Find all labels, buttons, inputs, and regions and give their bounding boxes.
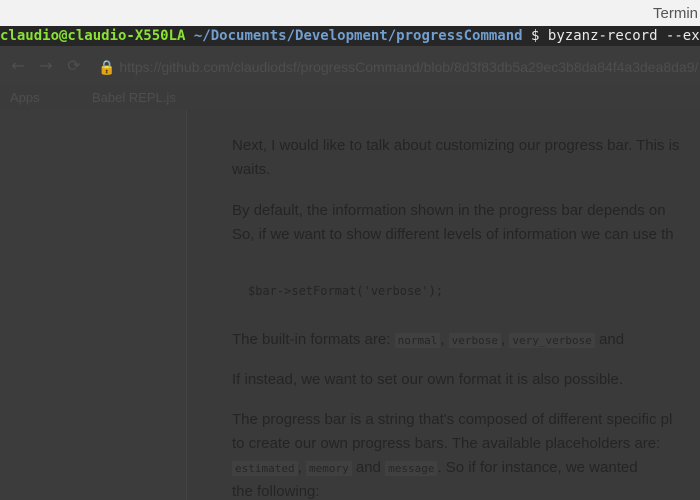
terminal-title: Termin	[652, 5, 698, 22]
bookmarks-bar: Apps Babel REPL.js	[0, 86, 700, 110]
browser-window: ← → ⟳ 🔒 https://github.com/claudiodsf/pr…	[0, 46, 700, 500]
inline-code-estimated: estimated	[232, 461, 298, 476]
inline-code-very-verbose: very_verbose	[509, 333, 595, 348]
paragraph-default-info: By default, the information shown in the…	[232, 202, 666, 219]
back-icon[interactable]: ←	[8, 56, 28, 76]
terminal-title-bar: Termin	[0, 0, 700, 27]
inline-code-verbose: verbose	[448, 333, 502, 348]
code-block-setformat: $bar->setFormat('verbose');	[248, 284, 444, 298]
paragraph-own-format: If instead, we want to set our own forma…	[232, 371, 624, 388]
paragraph-customizing: Next, I would like to talk about customi…	[232, 137, 680, 154]
paragraph-following: the following:	[232, 483, 320, 500]
page-sidebar	[0, 110, 187, 500]
paragraph-placeholders-cont: to create our own progress bars. The ava…	[232, 435, 661, 452]
browser-toolbar: ← → ⟳ 🔒 https://github.com/claudiodsf/pr…	[0, 46, 700, 87]
paragraph-default-info-cont: So, if we want to show different levels …	[232, 226, 674, 243]
paragraph-placeholders: The progress bar is a string that's comp…	[232, 411, 673, 428]
reload-icon[interactable]: ⟳	[64, 56, 84, 76]
paragraph-builtin-formats: The built-in formats are: normal, verbos…	[232, 331, 625, 348]
terminal-prompt-line[interactable]: claudio@claudio-X550LA ~/Documents/Devel…	[0, 26, 700, 46]
address-bar[interactable]: 🔒 https://github.com/claudiodsf/progress…	[98, 56, 698, 78]
paragraph-customizing-cont: waits.	[232, 161, 271, 178]
bookmark-babel-repl[interactable]: Babel REPL.js	[92, 90, 176, 105]
lock-icon: 🔒	[98, 59, 116, 75]
inline-code-message: message	[385, 461, 438, 476]
readme-content: Next, I would like to talk about customi…	[232, 110, 700, 500]
prompt-user: claudio@claudio-X550LA	[0, 28, 186, 44]
prompt-path: ~/Documents/Development/progressCommand	[193, 28, 523, 44]
url-text: https://github.com/claudiodsf/progressCo…	[119, 59, 698, 75]
paragraph-placeholders-list: estimated, memory and message. So if for…	[232, 456, 638, 480]
inline-code-memory: memory	[305, 461, 352, 476]
forward-icon[interactable]: →	[36, 56, 56, 76]
inline-code-normal: normal	[394, 333, 441, 348]
terminal-command: byzanz-record --exec="	[547, 28, 700, 44]
bookmark-apps[interactable]: Apps	[10, 90, 40, 105]
